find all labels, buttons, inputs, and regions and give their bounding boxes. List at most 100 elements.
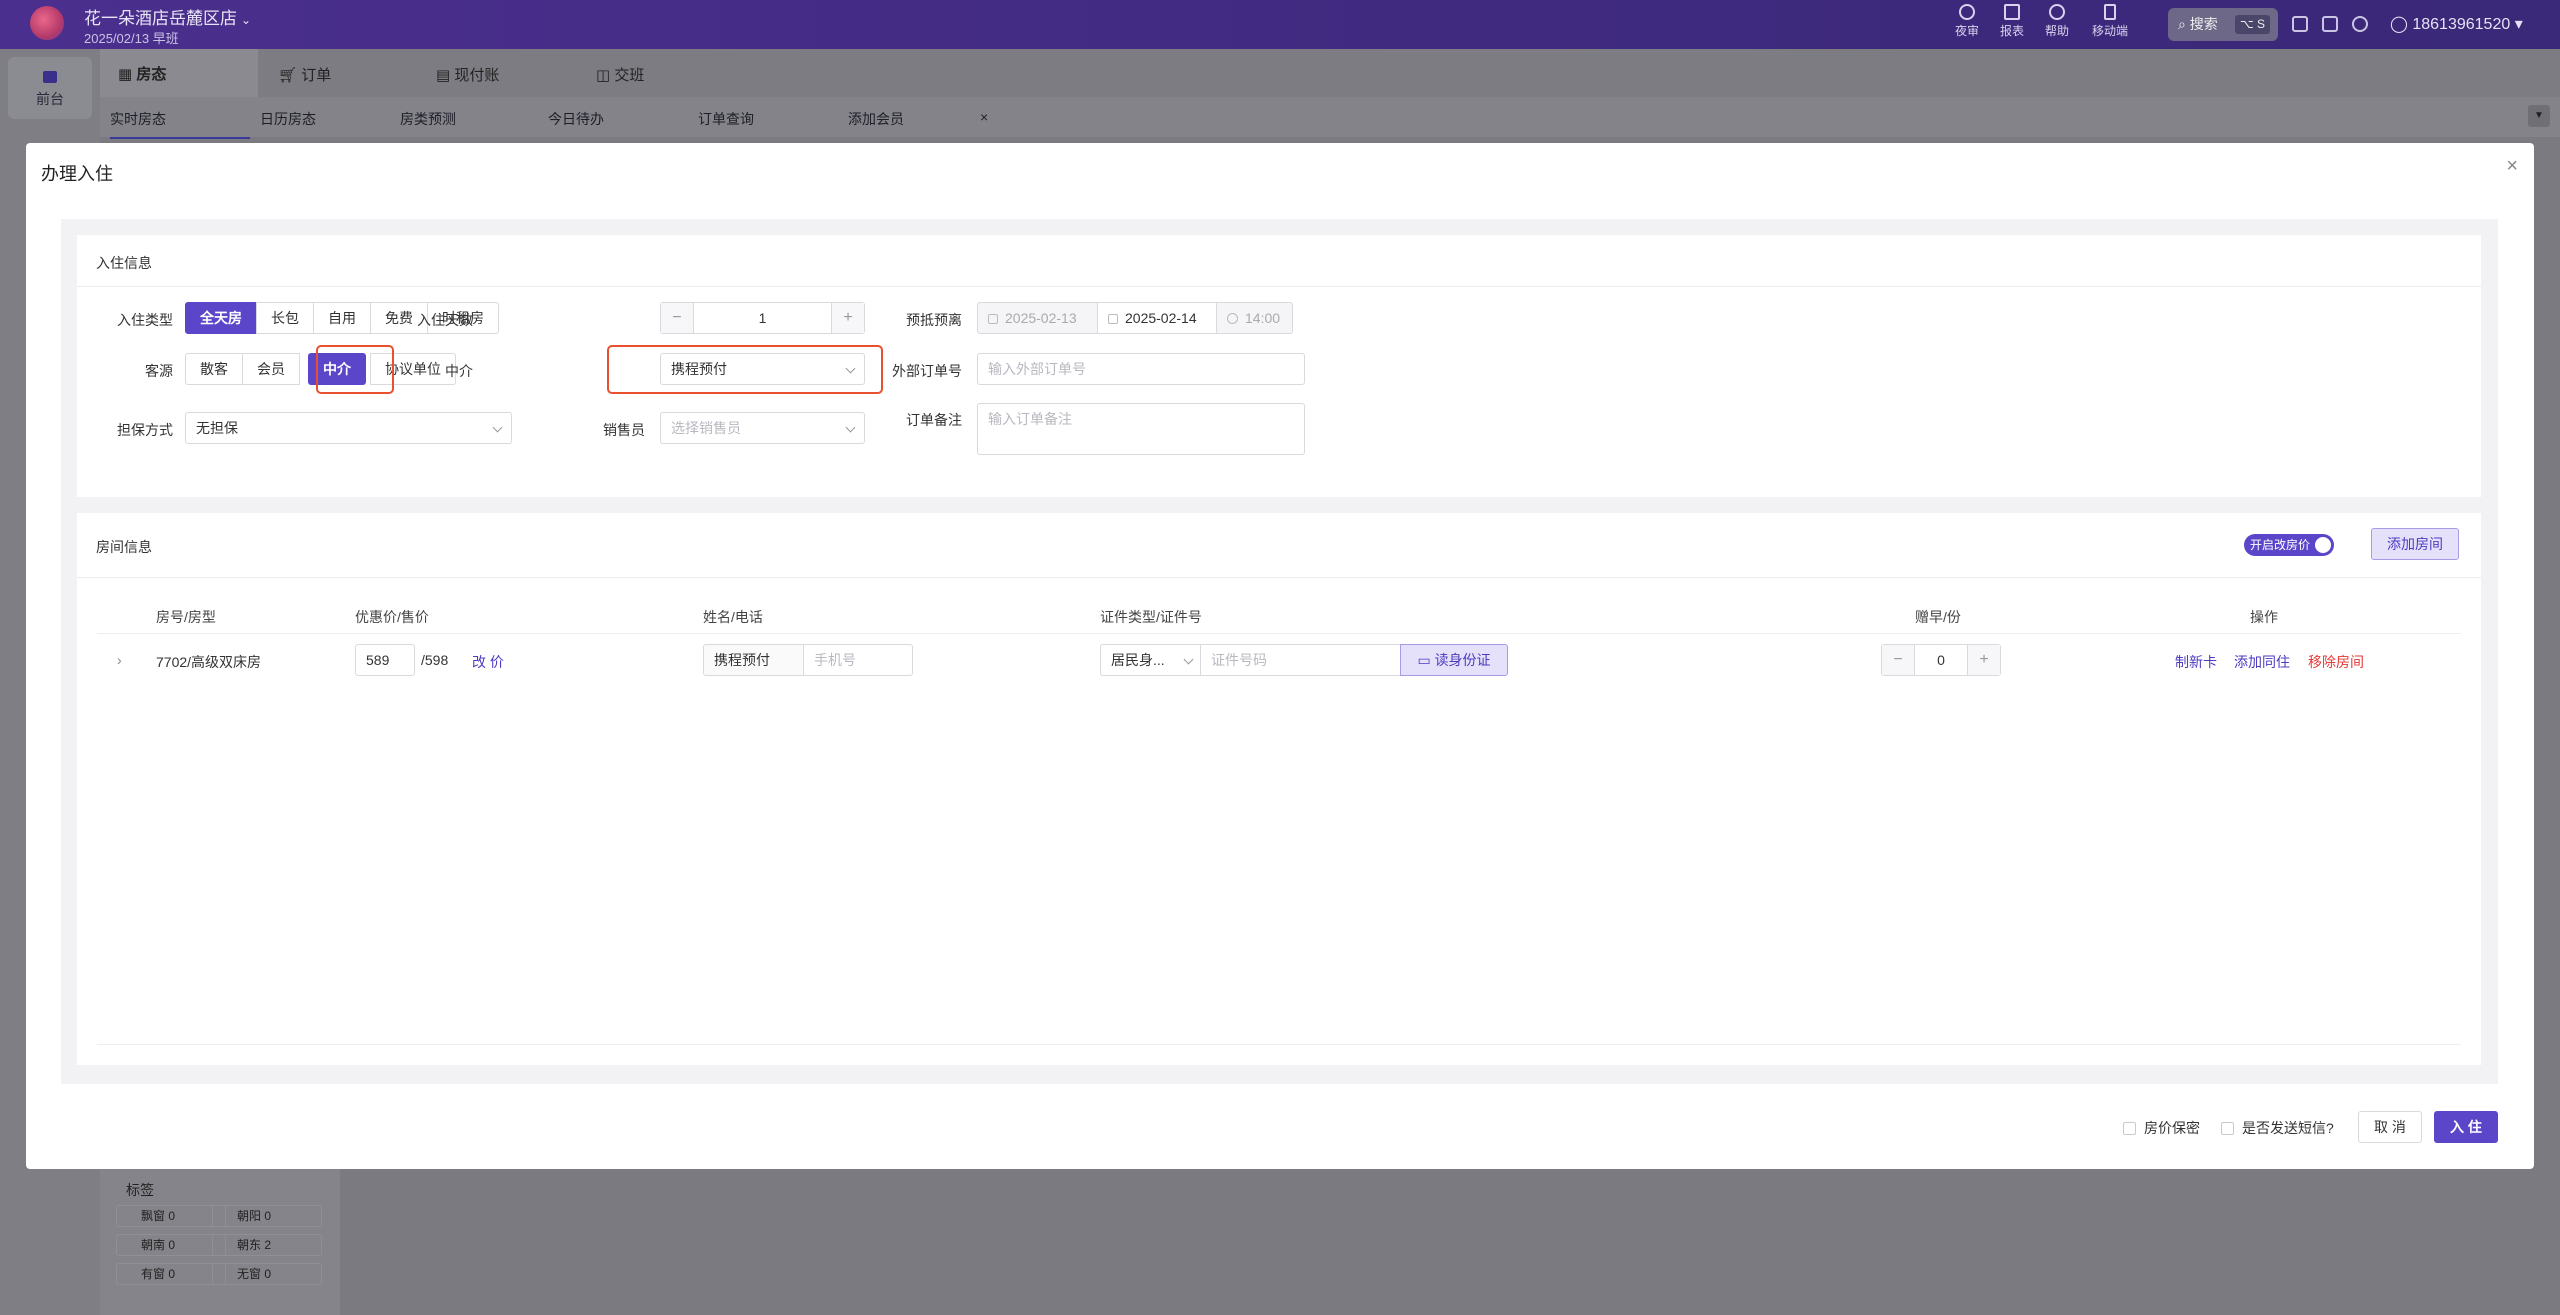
chevron-down-icon: [1183, 654, 1194, 665]
minus-icon[interactable]: −: [661, 303, 693, 333]
guarantee-select[interactable]: 无担保: [185, 412, 512, 444]
close-icon[interactable]: ×: [2506, 155, 2518, 178]
breakfast-stepper[interactable]: − 0 +: [1881, 644, 2001, 676]
price-toggle[interactable]: 开启改房价: [2244, 534, 2334, 556]
add-cohabitant-link[interactable]: 添加同住: [2234, 652, 2290, 672]
leave-date-field[interactable]: 2025-02-14: [1097, 302, 1217, 334]
leave-time-field[interactable]: 14:00: [1216, 302, 1293, 334]
user-icon: ◯: [2390, 16, 2413, 33]
checkin-modal: 办理入住 × 入住信息 入住类型 全天房 长包 自用 免费 时租房 入住天数 −…: [26, 143, 2534, 1169]
user-menu[interactable]: ◯ 18613961520 ▾: [2390, 14, 2523, 34]
plus-icon[interactable]: +: [1968, 645, 2000, 675]
tab-handover[interactable]: ◫ 交班: [596, 64, 644, 85]
col-id: 证件类型/证件号: [1100, 609, 1202, 625]
tabs-dropdown-icon[interactable]: ▼: [2528, 105, 2550, 127]
checkbox-icon: [2123, 1122, 2136, 1135]
checkin-button[interactable]: 入 住: [2434, 1111, 2498, 1143]
sales-select[interactable]: 选择销售员: [660, 412, 865, 444]
type-self-use[interactable]: 自用: [313, 302, 371, 334]
mobile-button[interactable]: 移动端: [2085, 4, 2135, 39]
tab-orders[interactable]: 🛒︎ 订单: [278, 64, 331, 85]
checkbox-icon: [2221, 1122, 2234, 1135]
type-full-day[interactable]: 全天房: [185, 302, 257, 334]
id-number-input[interactable]: 证件号码: [1200, 644, 1401, 676]
guarantee-label: 担保方式: [117, 422, 173, 438]
external-order-label: 外部订单号: [892, 363, 962, 379]
days-label: 入住天数: [417, 312, 473, 328]
source-member[interactable]: 会员: [242, 353, 300, 385]
subtab-todo[interactable]: 今日待办: [548, 109, 604, 129]
table-bottom-divider: [97, 1044, 2461, 1045]
breakfast-value[interactable]: 0: [1914, 645, 1968, 675]
days-stepper[interactable]: − 1 +: [660, 302, 865, 334]
phone-input[interactable]: 手机号: [803, 644, 913, 676]
table-divider: [97, 633, 2461, 634]
sales-label: 销售员: [603, 422, 645, 438]
send-sms-checkbox[interactable]: 是否发送短信?: [2221, 1118, 2334, 1138]
subtab-forecast[interactable]: 房类预测: [400, 109, 456, 129]
remark-label: 订单备注: [906, 412, 962, 428]
tag-item[interactable]: 有窗 0: [116, 1263, 226, 1285]
subtab-realtime[interactable]: 实时房态: [110, 109, 250, 139]
sale-price: /598: [421, 652, 449, 668]
expand-icon[interactable]: ›: [117, 652, 122, 668]
home-icon: [43, 71, 57, 83]
subtab-close-icon[interactable]: ×: [980, 109, 988, 125]
agent-label: 中介: [445, 363, 473, 379]
grid-icon: ▦: [118, 66, 137, 83]
remark-textarea[interactable]: 输入订单备注: [977, 403, 1305, 455]
tag-item[interactable]: 无窗 0: [212, 1263, 322, 1285]
tab-cash-account[interactable]: ▤ 现付账: [436, 64, 499, 85]
top-bar: 花一朵酒店岳麓区店 ⌄ 2025/02/13 早班 夜审 报表 帮助 移动端 ⌕ …: [0, 0, 2560, 49]
price-secret-checkbox[interactable]: 房价保密: [2123, 1118, 2200, 1138]
make-card-link[interactable]: 制新卡: [2175, 652, 2217, 672]
report-button[interactable]: 报表: [1987, 4, 2037, 39]
tag-item[interactable]: 飘窗 0: [116, 1205, 226, 1227]
days-value[interactable]: 1: [693, 303, 832, 333]
id-type-select[interactable]: 居民身...: [1100, 644, 1201, 676]
store-selector[interactable]: 花一朵酒店岳麓区店 ⌄: [84, 4, 251, 29]
help-button[interactable]: 帮助: [2032, 4, 2082, 39]
chevron-down-icon: [845, 422, 856, 433]
nav-tabs: ▦ 房态 🛒︎ 订单 ▤ 现付账 ◫ 交班: [100, 49, 2560, 97]
fullscreen-icon[interactable]: [2322, 16, 2338, 32]
report-icon: [2004, 4, 2020, 20]
night-audit-button[interactable]: 夜审: [1942, 4, 1992, 39]
tag-item[interactable]: 朝阳 0: [212, 1205, 322, 1227]
external-order-input[interactable]: 输入外部订单号: [977, 353, 1305, 385]
checkin-info-card: 入住信息 入住类型 全天房 长包 自用 免费 时租房 入住天数 − 1 + 预抵…: [77, 235, 2481, 497]
handover-icon: ◫: [596, 67, 615, 84]
translate-icon[interactable]: [2292, 16, 2308, 32]
mobile-icon: [2104, 4, 2116, 20]
change-price-link[interactable]: 改 价: [472, 652, 504, 672]
minus-icon[interactable]: −: [1882, 645, 1914, 675]
subtab-calendar[interactable]: 日历房态: [260, 109, 316, 129]
add-room-button[interactable]: 添加房间: [2371, 528, 2459, 560]
moon-icon: [1959, 4, 1975, 20]
ledger-icon: ▤: [436, 67, 455, 84]
remove-room-link[interactable]: 移除房间: [2308, 652, 2364, 672]
arrive-date-field[interactable]: 2025-02-13: [977, 302, 1098, 334]
sidebar-item-front-desk[interactable]: 前台: [8, 57, 92, 119]
guest-name-input[interactable]: 携程预付: [703, 644, 804, 676]
tag-item[interactable]: 朝南 0: [116, 1234, 226, 1256]
highlight-agent-select: [607, 345, 883, 394]
discount-price-input[interactable]: 589: [355, 644, 415, 676]
modal-body: 入住信息 入住类型 全天房 长包 自用 免费 时租房 入住天数 − 1 + 预抵…: [61, 219, 2498, 1084]
subtab-order-query[interactable]: 订单查询: [698, 109, 754, 129]
calendar-icon: [1108, 314, 1118, 324]
type-long-stay[interactable]: 长包: [256, 302, 314, 334]
read-id-button[interactable]: ▭ 读身份证: [1400, 644, 1508, 676]
source-walk-in[interactable]: 散客: [185, 353, 243, 385]
plus-icon[interactable]: +: [832, 303, 864, 333]
tag-item[interactable]: 朝东 2: [212, 1234, 322, 1256]
tab-room-status[interactable]: ▦ 房态: [100, 49, 258, 97]
section-title-rooms: 房间信息: [77, 513, 2481, 578]
help-icon: [2049, 4, 2065, 20]
section-title-checkin: 入住信息: [77, 235, 2481, 287]
room-info-card: 房间信息 开启改房价 添加房间 房号/房型 优惠价/售价 姓名/电话 证件类型/…: [77, 513, 2481, 1065]
cancel-button[interactable]: 取 消: [2358, 1111, 2422, 1143]
refresh-icon[interactable]: [2352, 16, 2368, 32]
search-button[interactable]: ⌕ 搜索 ⌥ S: [2168, 8, 2278, 41]
subtab-add-member[interactable]: 添加会员: [848, 109, 904, 129]
